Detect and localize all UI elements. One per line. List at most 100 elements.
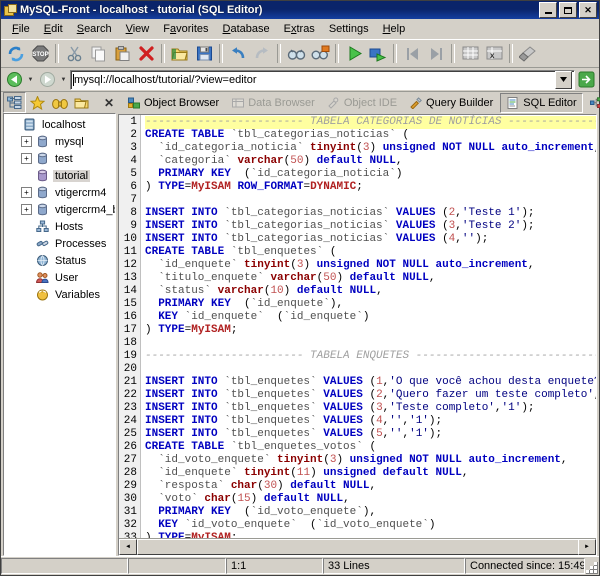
copy-icon[interactable]	[86, 42, 110, 65]
tab-object-browser[interactable]: Object Browser	[122, 94, 224, 112]
code-line[interactable]: ) TYPE=MyISAM;	[145, 532, 596, 538]
grid-delete-icon[interactable]: x	[482, 42, 506, 65]
tree-node-vtigercrm4[interactable]: + vtigercrm4	[4, 184, 115, 201]
code-line[interactable]: ) TYPE=MyISAM ROW_FORMAT=DYNAMIC;	[145, 181, 596, 194]
resize-grip[interactable]	[585, 557, 599, 575]
code-line[interactable]: `voto` char(15) default NULL,	[145, 493, 596, 506]
menu-extras[interactable]: Extras	[277, 21, 322, 37]
forward-button[interactable]	[37, 70, 57, 89]
tab-object-ide[interactable]: Object IDE	[322, 94, 402, 112]
sidebar-close-button[interactable]: ✕	[104, 97, 114, 109]
binoculars-icon[interactable]	[49, 93, 70, 112]
cut-icon[interactable]	[62, 42, 86, 65]
back-button[interactable]	[4, 70, 24, 89]
code-line[interactable]: KEY `id_enquete` (`id_enquete`)	[145, 311, 596, 324]
code-line[interactable]: INSERT INTO `tbl_enquetes` VALUES (4,'',…	[145, 415, 596, 428]
code-line[interactable]: `categoria` varchar(50) default NULL,	[145, 155, 596, 168]
favorites-star-icon[interactable]	[27, 93, 48, 112]
delete-icon[interactable]	[134, 42, 158, 65]
tree-node-hosts[interactable]: Hosts	[4, 218, 115, 235]
scroll-left-button[interactable]: ◄	[119, 539, 137, 555]
code-line[interactable]: INSERT INTO `tbl_categorias_noticias` VA…	[145, 207, 596, 220]
code-line[interactable]: INSERT INTO `tbl_categorias_noticias` VA…	[145, 233, 596, 246]
code-line[interactable]: `id_enquete` tinyint(11) unsigned defaul…	[145, 467, 596, 480]
code-line[interactable]: INSERT INTO `tbl_enquetes` VALUES (3,'Te…	[145, 402, 596, 415]
code-line[interactable]: KEY `id_voto_enquete` (`id_voto_enquete`…	[145, 519, 596, 532]
code-line[interactable]: INSERT INTO `tbl_enquetes` VALUES (5,'',…	[145, 428, 596, 441]
code-line[interactable]: `resposta` char(30) default NULL,	[145, 480, 596, 493]
code-line[interactable]: ) TYPE=MyISAM;	[145, 324, 596, 337]
address-dropdown-button[interactable]	[555, 70, 572, 89]
minimize-button[interactable]	[539, 2, 557, 18]
menu-settings[interactable]: Settings	[322, 21, 376, 37]
sql-code-content[interactable]: ------------------------ TABELA CATEGORI…	[141, 115, 596, 538]
redo-icon[interactable]	[250, 42, 274, 65]
object-tree[interactable]: localhost + mysql + test tutorial + vtig…	[3, 113, 116, 556]
expander-icon[interactable]: +	[21, 136, 32, 147]
folder-icon[interactable]	[71, 93, 92, 112]
code-line[interactable]: CREATE TABLE `tbl_enquetes` (	[145, 246, 596, 259]
scroll-track[interactable]	[137, 539, 580, 555]
tab-diagram[interactable]: Diagram	[585, 94, 600, 112]
code-line[interactable]	[145, 363, 596, 376]
stop-icon[interactable]: STOP	[28, 42, 52, 65]
refresh-icon[interactable]	[4, 42, 28, 65]
code-line[interactable]: `titulo_enquete` varchar(50) default NUL…	[145, 272, 596, 285]
tab-sql-editor[interactable]: SQL Editor	[500, 93, 583, 113]
code-line[interactable]: CREATE TABLE `tbl_categorias_noticias` (	[145, 129, 596, 142]
find-replace-icon[interactable]	[308, 42, 332, 65]
menu-file[interactable]: File	[5, 21, 37, 37]
last-record-icon[interactable]	[424, 42, 448, 65]
find-icon[interactable]	[284, 42, 308, 65]
maximize-button[interactable]	[559, 2, 577, 18]
code-line[interactable]: INSERT INTO `tbl_categorias_noticias` VA…	[145, 220, 596, 233]
code-line[interactable]	[145, 194, 596, 207]
code-line[interactable]: INSERT INTO `tbl_enquetes` VALUES (1,'O …	[145, 376, 596, 389]
menu-database[interactable]: Database	[216, 21, 277, 37]
open-folder-icon[interactable]	[168, 42, 192, 65]
code-line[interactable]: `id_enquete` tinyint(3) unsigned NOT NUL…	[145, 259, 596, 272]
address-input[interactable]: mysql://localhost/tutorial/?view=editor	[70, 69, 575, 90]
expander-icon[interactable]: +	[21, 153, 32, 164]
tab-data-browser[interactable]: Data Browser	[226, 94, 320, 112]
tree-node-status[interactable]: Status	[4, 252, 115, 269]
save-icon[interactable]	[192, 42, 216, 65]
tree-node-mysql[interactable]: + mysql	[4, 133, 115, 150]
tab-query-builder[interactable]: Query Builder	[404, 94, 498, 112]
menu-favorites[interactable]: Favorites	[156, 21, 215, 37]
menu-edit[interactable]: Edit	[37, 21, 70, 37]
menu-search[interactable]: Search	[70, 21, 119, 37]
paste-icon[interactable]	[110, 42, 134, 65]
editor-horizontal-scrollbar[interactable]: ◄ ►	[119, 538, 596, 555]
undo-icon[interactable]	[226, 42, 250, 65]
close-button[interactable]: ✕	[579, 2, 597, 18]
code-line[interactable]: `id_categoria_noticia` tinyint(3) unsign…	[145, 142, 596, 155]
tree-node-variables[interactable]: Variables	[4, 286, 115, 303]
scroll-right-button[interactable]: ►	[578, 539, 596, 555]
code-line[interactable]: PRIMARY KEY (`id_categoria_noticia`)	[145, 168, 596, 181]
go-button[interactable]	[577, 70, 596, 89]
tree-node-localhost[interactable]: localhost	[4, 116, 115, 133]
expander-icon[interactable]: +	[21, 187, 32, 198]
expander-icon[interactable]: +	[21, 204, 32, 215]
sql-editor-area[interactable]: 1 2 3 4 5 6 7 8 9 10 11 12 13 14 15 16 17 18 19 20 21 22 23 24 2…	[119, 115, 596, 538]
scroll-thumb[interactable]	[137, 539, 580, 555]
code-line[interactable]: PRIMARY KEY (`id_enquete`),	[145, 298, 596, 311]
code-line[interactable]: `status` varchar(10) default NULL,	[145, 285, 596, 298]
code-line[interactable]	[145, 337, 596, 350]
menu-view[interactable]: View	[119, 21, 157, 37]
execute-icon[interactable]	[342, 42, 366, 65]
code-line[interactable]: INSERT INTO `tbl_enquetes` VALUES (2,'Qu…	[145, 389, 596, 402]
tree-node-test[interactable]: + test	[4, 150, 115, 167]
tree-node-tutorial[interactable]: tutorial	[4, 167, 115, 184]
first-record-icon[interactable]	[400, 42, 424, 65]
code-line[interactable]: ------------------------ TABELA ENQUETES…	[145, 350, 596, 363]
tree-node-processes[interactable]: Processes	[4, 235, 115, 252]
tree-node-vtigercrm4-beta[interactable]: + vtigercrm4_beta	[4, 201, 115, 218]
object-tree-icon[interactable]	[3, 92, 26, 113]
code-line[interactable]: PRIMARY KEY (`id_voto_enquete`),	[145, 506, 596, 519]
clear-icon[interactable]	[516, 42, 540, 65]
forward-dropdown-icon[interactable]: ▼	[59, 72, 68, 88]
menu-help[interactable]: Help	[376, 21, 413, 37]
back-dropdown-icon[interactable]: ▼	[26, 72, 35, 88]
